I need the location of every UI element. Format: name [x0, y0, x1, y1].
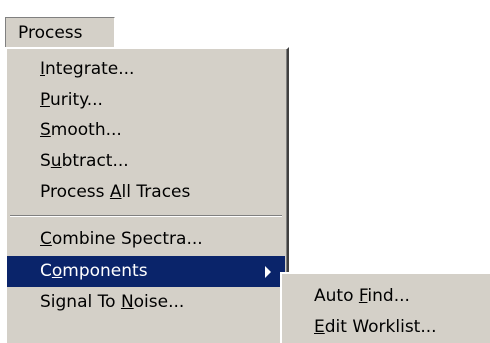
menu-item-components[interactable]: Components	[7, 256, 285, 287]
menu-process-title-label: Process	[18, 23, 83, 43]
components-submenu: Auto Find... Edit Worklist...	[280, 272, 490, 343]
submenu-item-edit-worklist-accelerator: E	[314, 317, 325, 337]
submenu-item-auto-find-text-rest: ind...	[367, 286, 410, 306]
menu-item-components-accelerator: o	[51, 261, 63, 281]
menu-item-subtract-text: S	[40, 151, 51, 171]
process-dropdown-menu: Integrate... Purity... Smooth... Subtrac…	[5, 47, 289, 343]
menu-item-components-text: C	[40, 261, 52, 281]
menu-item-signal-to-noise-text-rest: oise...	[133, 292, 185, 312]
menu-item-smooth[interactable]: Smooth...	[7, 115, 285, 146]
menu-item-process-all-traces-text-rest: ll Traces	[121, 182, 191, 202]
menu-item-purity[interactable]: Purity...	[7, 85, 285, 116]
submenu-item-edit-worklist[interactable]: Edit Worklist...	[282, 312, 490, 343]
menu-item-smooth-accelerator: S	[40, 120, 51, 140]
submenu-arrow-icon	[265, 266, 271, 278]
menu-item-signal-to-noise-accelerator: N	[120, 292, 134, 312]
menu-item-subtract-text-rest: btract...	[61, 151, 129, 171]
menu-item-process-all-traces[interactable]: Process All Traces	[7, 177, 285, 208]
menu-item-combine-spectra-accelerator: C	[40, 229, 52, 249]
menu-item-signal-to-noise-text: Signal To	[40, 292, 121, 312]
menu-process-title[interactable]: Process	[5, 17, 115, 47]
screen: Process Integrate... Purity... Smooth...…	[0, 0, 490, 343]
menu-item-purity-text-rest: urity...	[49, 90, 103, 110]
menu-item-combine-spectra-text-rest: ombine Spectra...	[51, 229, 203, 249]
menu-item-components-text-rest: mponents	[62, 261, 148, 281]
submenu-item-auto-find-text: Auto	[314, 286, 359, 306]
menu-item-purity-accelerator: P	[40, 90, 50, 110]
menu-item-process-all-traces-accelerator: A	[109, 182, 122, 202]
menu-item-subtract-accelerator: u	[50, 151, 62, 171]
menu-item-subtract[interactable]: Subtract...	[7, 146, 285, 177]
menu-item-smooth-text-rest: mooth...	[50, 120, 122, 140]
menu-item-combine-spectra[interactable]: Combine Spectra...	[7, 224, 285, 255]
menu-item-process-all-traces-text: Process	[40, 182, 110, 202]
menu-item-signal-to-noise[interactable]: Signal To Noise...	[7, 287, 285, 318]
submenu-item-auto-find[interactable]: Auto Find...	[282, 281, 490, 312]
menu-item-integrate[interactable]: Integrate...	[7, 54, 285, 85]
menu-item-integrate-text-rest: ntegrate...	[45, 59, 135, 79]
menu-separator	[10, 215, 282, 217]
submenu-item-edit-worklist-text-rest: dit Worklist...	[324, 317, 437, 337]
